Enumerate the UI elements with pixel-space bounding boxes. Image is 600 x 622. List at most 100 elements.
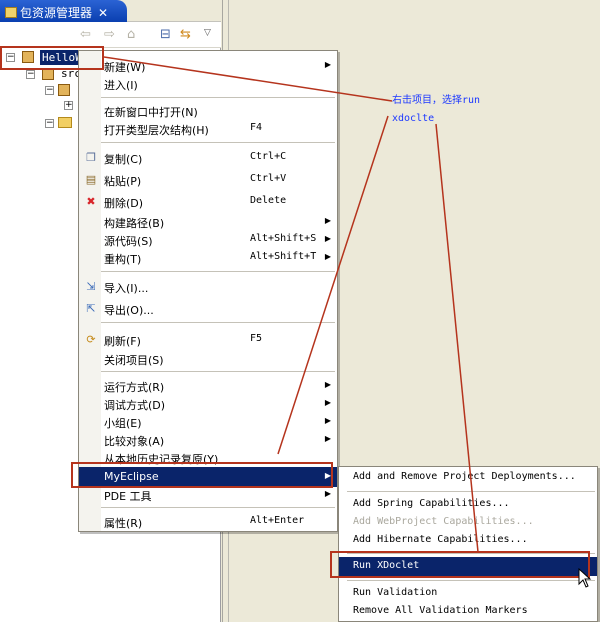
menu-item-label: 源代码(S) (104, 235, 153, 248)
menu-item-label: PDE 工具 (104, 490, 152, 503)
highlight-run-xdoclet-box (330, 551, 590, 578)
menu-item-open-type-hierarchy[interactable]: 打开类型层次结构(H) F4 (79, 120, 337, 138)
expand-expander-icon[interactable]: + (64, 101, 73, 110)
submenu-arrow-icon: ▶ (324, 489, 331, 498)
menu-item-paste[interactable]: ▤ 粘贴(P) Ctrl+V (79, 171, 337, 189)
menu-item-new[interactable]: 新建(W) ▶ (79, 57, 337, 75)
menu-item-label: 删除(D) (104, 197, 144, 210)
myeclipse-submenu: Add and Remove Project Deployments... Ad… (338, 466, 598, 622)
home-icon[interactable]: ⌂ (127, 27, 135, 42)
submenu-item-webproject-capabilities: Add WebProject Capabilities... (339, 514, 597, 532)
submenu-item-project-deployments[interactable]: Add and Remove Project Deployments... (339, 469, 597, 487)
collapse-all-icon[interactable]: ⊟ (160, 27, 171, 42)
menu-item-open-new-window[interactable]: 在新窗口中打开(N) (79, 102, 337, 120)
annotation-line-1: 右击项目，选择run (392, 95, 481, 106)
menu-item-label: 重构(T) (104, 253, 142, 266)
view-menu-icon[interactable]: ▽ (204, 28, 211, 38)
menu-item-refactor[interactable]: 重构(T) Alt+Shift+T ▶ (79, 249, 337, 267)
menu-separator (101, 322, 335, 323)
menu-item-shortcut: Alt+Shift+T (250, 251, 317, 262)
menu-item-label: 导入(I)... (104, 282, 149, 295)
highlight-myeclipse-box (71, 462, 333, 488)
submenu-arrow-icon: ▶ (324, 216, 331, 225)
menu-item-label: Remove All Validation Markers (353, 605, 528, 616)
menu-item-run-as[interactable]: 运行方式(R) ▶ (79, 377, 337, 395)
menu-separator (101, 97, 335, 98)
back-arrow-icon[interactable]: ⇦ (80, 27, 91, 42)
menu-item-copy[interactable]: ❐ 复制(C) Ctrl+C (79, 149, 337, 167)
collapse-expander-icon[interactable]: − (45, 119, 54, 128)
highlight-project-box (0, 46, 104, 70)
menu-item-go-into[interactable]: 进入(I) (79, 75, 337, 93)
menu-item-label: 比较对象(A) (104, 435, 165, 448)
menu-item-label: Run Validation (353, 587, 438, 598)
menu-item-source[interactable]: 源代码(S) Alt+Shift+S ▶ (79, 231, 337, 249)
menu-item-label: 粘贴(P) (104, 175, 142, 188)
menu-item-delete[interactable]: ✖ 删除(D) Delete (79, 193, 337, 211)
menu-item-label: 复制(C) (104, 153, 143, 166)
tab-title: 包资源管理器 (20, 6, 93, 20)
menu-item-build-path[interactable]: 构建路径(B) ▶ (79, 213, 337, 231)
menu-separator (101, 271, 335, 272)
menu-item-shortcut: Alt+Enter (250, 515, 305, 526)
menu-item-import[interactable]: ⇲ 导入(I)... (79, 278, 337, 296)
menu-separator (347, 580, 595, 581)
menu-item-label: 构建路径(B) (104, 217, 165, 230)
menu-item-label: Add and Remove Project Deployments... (353, 471, 576, 482)
collapse-expander-icon[interactable]: − (26, 70, 35, 79)
menu-item-export[interactable]: ⇱ 导出(O)... (79, 300, 337, 318)
menu-item-label: Add Hibernate Capabilities... (353, 534, 528, 545)
menu-item-debug-as[interactable]: 调试方式(D) ▶ (79, 395, 337, 413)
collapse-expander-icon[interactable]: − (45, 86, 54, 95)
submenu-arrow-icon: ▶ (324, 398, 331, 407)
submenu-arrow-icon: ▶ (324, 380, 331, 389)
paste-icon: ▤ (85, 173, 97, 186)
menu-item-shortcut: Alt+Shift+S (250, 233, 317, 244)
menu-item-shortcut: Ctrl+C (250, 151, 287, 162)
menu-item-label: 关闭项目(S) (104, 354, 164, 367)
menu-item-shortcut: F5 (250, 333, 263, 344)
menu-item-team[interactable]: 小组(E) ▶ (79, 413, 337, 431)
view-tab-bar: 包资源管理器 ✕ (0, 0, 221, 22)
menu-item-shortcut: Delete (250, 195, 287, 206)
menu-item-shortcut: Ctrl+V (250, 173, 287, 184)
submenu-arrow-icon: ▶ (324, 60, 331, 69)
package-icon (58, 84, 70, 96)
submenu-item-hibernate-capabilities[interactable]: Add Hibernate Capabilities... (339, 532, 597, 550)
menu-item-compare-with[interactable]: 比较对象(A) ▶ (79, 431, 337, 449)
menu-item-properties[interactable]: 属性(R) Alt+Enter (79, 513, 337, 531)
context-menu: 新建(W) ▶ 进入(I) 在新窗口中打开(N) 打开类型层次结构(H) F4 ❐ 复… (78, 50, 338, 532)
mouse-cursor-icon (578, 568, 592, 588)
link-with-editor-icon[interactable]: ⇆ (180, 27, 191, 42)
submenu-item-remove-validation-markers[interactable]: Remove All Validation Markers (339, 603, 597, 621)
folder-icon (58, 117, 72, 128)
menu-item-label: 刷新(F) (104, 335, 141, 348)
submenu-item-spring-capabilities[interactable]: Add Spring Capabilities... (339, 496, 597, 514)
menu-item-shortcut: F4 (250, 122, 263, 133)
menu-separator (101, 142, 335, 143)
view-toolbar: ⇦ ⇨ ⌂ ⊟ ⇆ ▽ (0, 22, 221, 48)
menu-item-label: Add Spring Capabilities... (353, 498, 510, 509)
annotation-text: 右击项目，选择run xdoclte (392, 92, 480, 128)
close-icon[interactable]: ✕ (98, 6, 108, 20)
menu-item-pde-tools[interactable]: PDE 工具 ▶ (79, 486, 337, 504)
menu-item-label: 打开类型层次结构(H) (104, 124, 209, 137)
menu-item-label: 新建(W) (104, 61, 146, 74)
menu-item-label: 导出(O)... (104, 304, 154, 317)
copy-icon: ❐ (86, 151, 96, 164)
import-icon: ⇲ (86, 280, 96, 293)
menu-item-label: 小组(E) (104, 417, 142, 430)
menu-item-close-project[interactable]: 关闭项目(S) (79, 350, 337, 368)
submenu-arrow-icon: ▶ (324, 234, 331, 243)
menu-item-label: 属性(R) (104, 517, 143, 530)
submenu-arrow-icon: ▶ (324, 416, 331, 425)
forward-arrow-icon[interactable]: ⇨ (104, 27, 115, 42)
menu-item-label: 运行方式(R) (104, 381, 165, 394)
refresh-icon: ⟳ (86, 333, 96, 346)
export-icon: ⇱ (86, 302, 96, 315)
package-explorer-tab[interactable]: 包资源管理器 ✕ (0, 0, 127, 22)
menu-item-refresh[interactable]: ⟳ 刷新(F) F5 (79, 331, 337, 349)
submenu-item-run-validation[interactable]: Run Validation (339, 585, 597, 603)
submenu-arrow-icon: ▶ (324, 434, 331, 443)
annotation-line-2: xdoclte (392, 113, 435, 124)
